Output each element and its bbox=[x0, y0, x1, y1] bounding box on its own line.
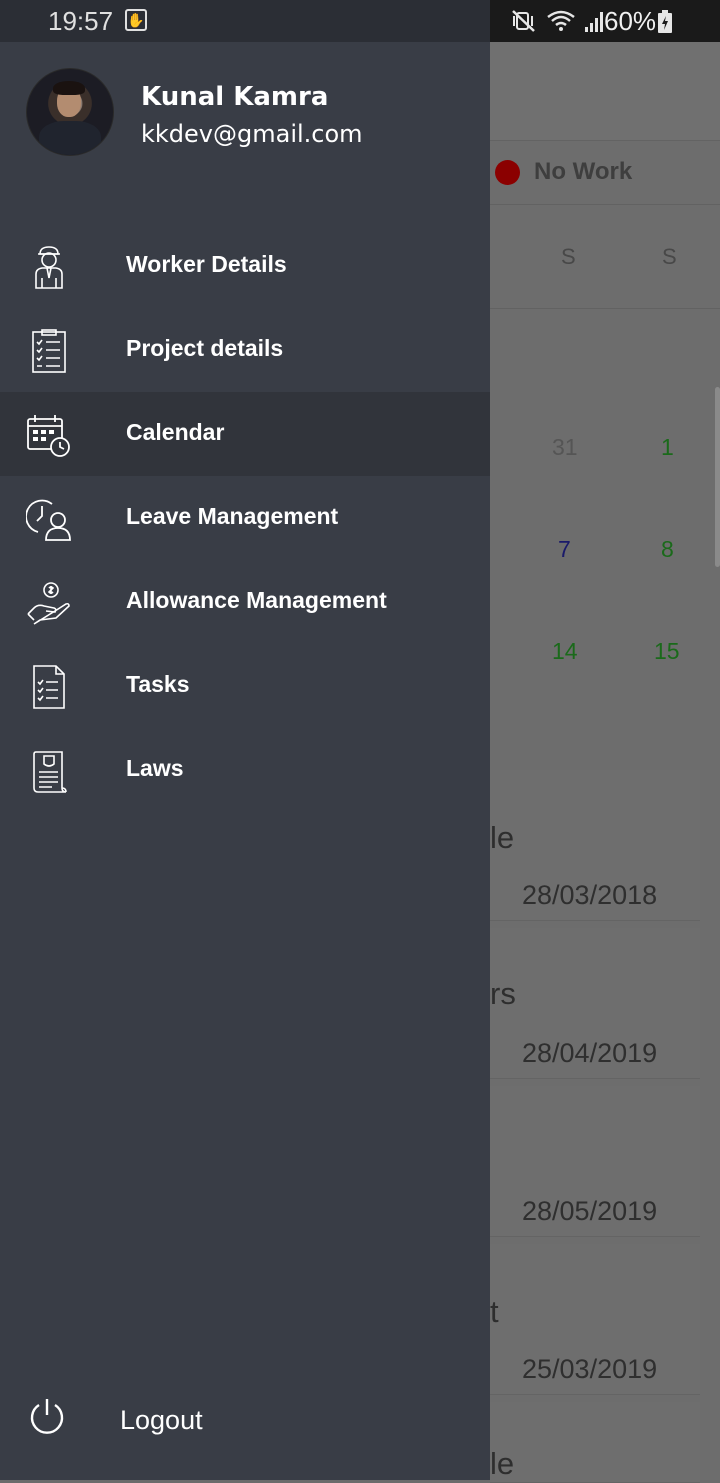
legend-label: No Work bbox=[534, 158, 633, 185]
legend-dot bbox=[495, 160, 520, 185]
avatar[interactable] bbox=[26, 68, 114, 156]
worker-icon bbox=[35, 246, 63, 289]
calendar-day[interactable]: 7 bbox=[558, 536, 571, 563]
status-time: 19:57 bbox=[48, 6, 114, 36]
menu-item-project-details[interactable]: Project details bbox=[0, 308, 490, 392]
person-clock-icon bbox=[26, 499, 71, 541]
leave-card[interactable]: rs 28/04/2019 bbox=[490, 928, 700, 1079]
menu-item-label: Tasks bbox=[126, 671, 190, 697]
menu-item-worker-details[interactable]: Worker Details bbox=[0, 224, 490, 308]
law-scroll-icon bbox=[33, 751, 67, 793]
wifi-icon bbox=[547, 10, 575, 31]
calendar-day[interactable]: 31 bbox=[552, 434, 578, 461]
logout-label: Logout bbox=[120, 1405, 203, 1435]
menu-item-label: Project details bbox=[126, 335, 284, 361]
battery-percent: 60% bbox=[604, 6, 657, 36]
leave-card-title: le bbox=[490, 1446, 515, 1481]
drawer-header: Kunal Kamra kkdev@gmail.com bbox=[0, 42, 490, 192]
status-bar: 19:57 ✋ 60% bbox=[0, 0, 720, 42]
weekday-header: S S bbox=[490, 208, 720, 309]
calendar-day[interactable]: 15 bbox=[654, 638, 680, 665]
leave-card[interactable]: le 28/03/2018 bbox=[490, 770, 700, 921]
drawer-menu: Worker Details Project details Calendar … bbox=[0, 224, 490, 812]
calendar-day[interactable]: 14 bbox=[552, 638, 578, 665]
leave-card-date: 28/04/2019 bbox=[522, 1038, 658, 1068]
menu-item-label: Worker Details bbox=[126, 251, 287, 277]
leave-card-title: rs bbox=[490, 976, 516, 1011]
user-name: Kunal Kamra bbox=[141, 82, 329, 112]
hand-money-icon bbox=[27, 582, 70, 625]
leave-card[interactable]: 28/05/2019 bbox=[490, 1086, 700, 1237]
hand-icon: ✋ bbox=[125, 9, 147, 31]
logout-button[interactable]: Logout bbox=[0, 1377, 490, 1467]
legend: No Work bbox=[490, 142, 720, 205]
leave-card-date: 28/05/2019 bbox=[522, 1196, 658, 1226]
menu-item-tasks[interactable]: Tasks bbox=[0, 644, 490, 728]
signal-icon bbox=[585, 12, 603, 32]
leave-card-date: 28/03/2018 bbox=[522, 880, 658, 910]
background-page: No Work S S 31 1 7 8 14 15 le 28/03/2018… bbox=[490, 42, 720, 1483]
power-icon bbox=[30, 1399, 64, 1434]
menu-item-leave-management[interactable]: Leave Management bbox=[0, 476, 490, 560]
status-icons bbox=[512, 7, 606, 35]
background-app-bar bbox=[490, 42, 720, 141]
menu-item-allowance-management[interactable]: Allowance Management bbox=[0, 560, 490, 644]
battery-charging-icon bbox=[658, 10, 672, 33]
weekday-label: S bbox=[662, 244, 677, 269]
navigation-drawer: Kunal Kamra kkdev@gmail.com Worker Detai… bbox=[0, 42, 490, 1480]
leave-card-title: t bbox=[490, 1294, 499, 1329]
menu-item-label: Leave Management bbox=[126, 503, 339, 529]
leave-card[interactable]: t 25/03/2019 bbox=[490, 1244, 700, 1395]
calendar-day[interactable]: 8 bbox=[661, 536, 674, 563]
clipboard-checklist-icon bbox=[32, 329, 66, 373]
menu-item-label: Laws bbox=[126, 755, 184, 781]
calendar-clock-icon bbox=[27, 415, 70, 457]
scrollbar[interactable] bbox=[715, 387, 720, 567]
calendar-day[interactable]: 1 bbox=[661, 434, 674, 461]
weekday-label: S bbox=[561, 244, 576, 269]
menu-item-laws[interactable]: Laws bbox=[0, 728, 490, 812]
leave-card-date: 25/03/2019 bbox=[522, 1354, 658, 1384]
leave-card-title: le bbox=[490, 820, 515, 855]
task-list-icon bbox=[33, 665, 65, 709]
user-email: kkdev@gmail.com bbox=[141, 120, 363, 148]
menu-item-label: Calendar bbox=[126, 419, 225, 445]
menu-item-calendar[interactable]: Calendar bbox=[0, 392, 490, 476]
leave-card[interactable]: le bbox=[490, 1402, 700, 1483]
mute-vibrate-icon bbox=[512, 10, 535, 32]
menu-item-label: Allowance Management bbox=[126, 587, 387, 613]
